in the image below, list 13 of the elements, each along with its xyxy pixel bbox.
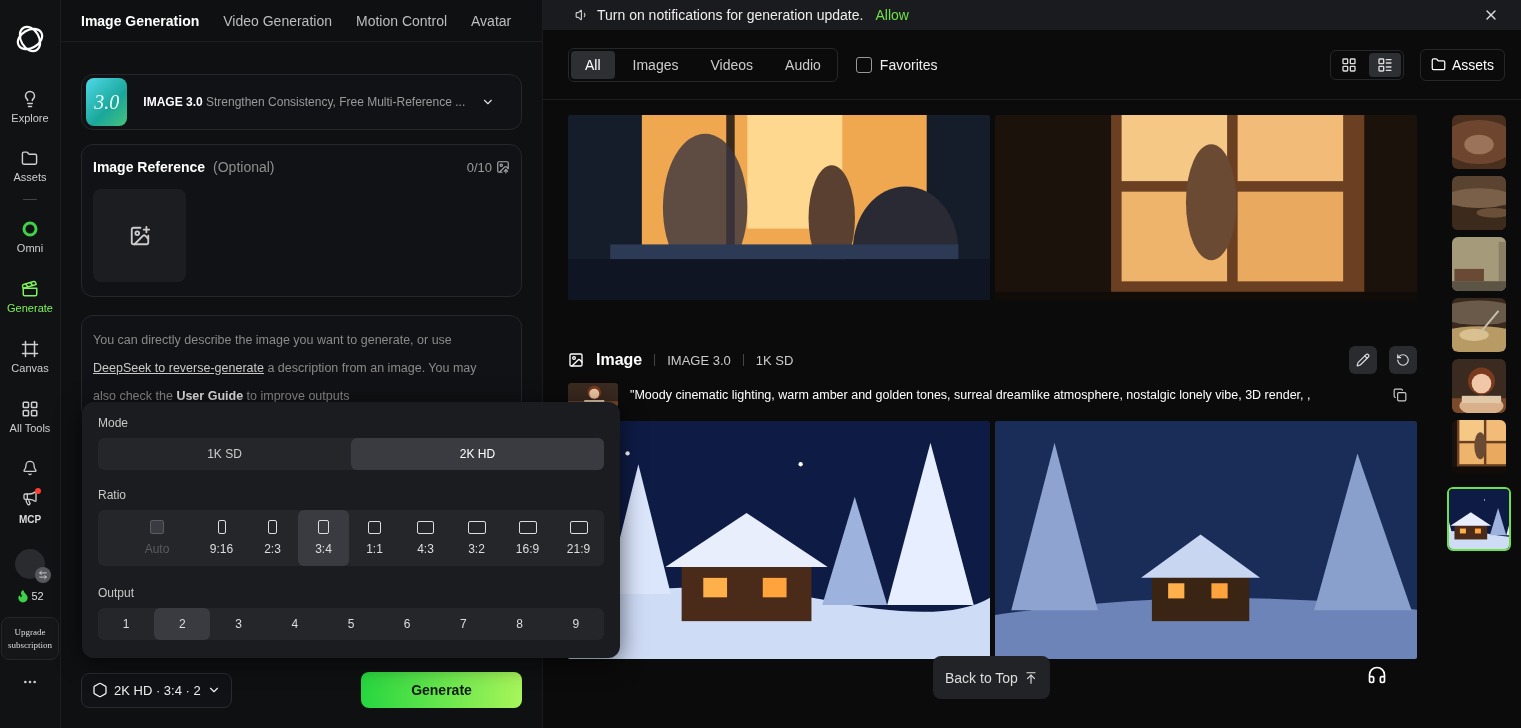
notification-text: Turn on notifications for generation update. [597,7,864,23]
model-logo: 3.0 [86,78,128,126]
reference-count: 0/10 [466,159,492,175]
checkbox-label: Favorites [879,56,938,73]
section-title: Image [596,351,643,369]
section-label: Output [98,586,136,600]
model-name: IMAGE 3.0 [667,352,731,368]
prompt-text: "Moody cinematic lighting, warm amber and golden tones, surreal dreamlike atmosphere, nostalgic lonely vibe, 3D render, , [630,388,1311,402]
credits-count: 52 [31,590,44,602]
card-title: Image Reference (Optional) [93,159,275,175]
resolution: 1K SD [755,352,794,368]
section-label: Ratio [98,488,127,502]
model-description: IMAGE 3.0 Strengthen Consistency, Free Multi-Reference ... [143,95,466,109]
